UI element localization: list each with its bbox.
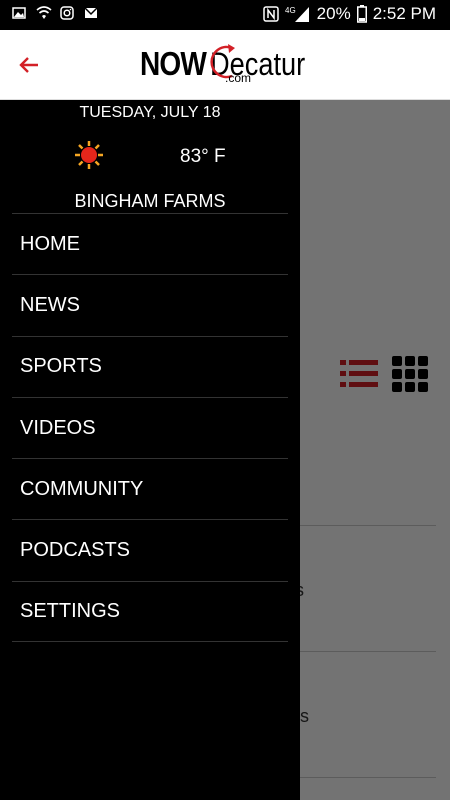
back-button[interactable] <box>14 50 44 80</box>
menu-item-home[interactable]: HOME <box>12 213 288 274</box>
menu-item-label: VIDEOS <box>20 416 96 439</box>
wifi-shield-icon <box>36 6 52 20</box>
temperature: 83° F <box>180 146 226 167</box>
navigation-drawer: TUESDAY, JULY 18 83° F BINGHAM FARMS HOM… <box>0 100 300 800</box>
status-bar: 4G 20% 2:52 PM <box>0 0 450 30</box>
back-arrow-icon <box>19 57 38 73</box>
menu-item-podcasts[interactable]: PODCASTS <box>12 519 288 580</box>
menu-item-label: NEWS <box>20 293 80 316</box>
clock: 2:52 PM <box>372 4 436 23</box>
nfc-icon <box>262 6 279 22</box>
menu-item-sports[interactable]: SPORTS <box>12 335 288 397</box>
location: BINGHAM FARMS <box>74 191 226 211</box>
menu-item-news[interactable]: NEWS <box>12 274 288 335</box>
logo-now: NOW <box>140 45 207 82</box>
menu-item-label: COMMUNITY <box>20 477 144 500</box>
menu-item-label: PODCASTS <box>20 539 131 562</box>
sun-icon <box>74 140 104 175</box>
app-logo: NOW Decatur .com <box>140 42 322 90</box>
gmail-icon <box>84 6 98 20</box>
menu-item-community[interactable]: COMMUNITY <box>12 458 288 519</box>
instagram-icon <box>60 6 74 20</box>
menu-item-label: SPORTS <box>20 355 102 378</box>
menu-item-videos[interactable]: VIDEOS <box>12 396 288 458</box>
system-status: 4G 20% 2:52 PM <box>262 4 436 24</box>
image-icon <box>12 6 26 20</box>
logo-com: .com <box>225 71 252 85</box>
menu-item-settings[interactable]: SETTINGS <box>12 580 288 643</box>
current-date: TUESDAY, JULY 18 <box>79 104 221 121</box>
app-bar: NOW Decatur .com <box>0 30 450 100</box>
drawer-menu: HOME NEWS SPORTS VIDEOS COMMUNITY PODCAS… <box>12 213 288 643</box>
signal-icon: 4G <box>285 5 311 23</box>
menu-item-label: SETTINGS <box>20 599 121 622</box>
battery-percentage: 20% <box>316 4 351 23</box>
battery-icon <box>356 5 367 23</box>
svg-text:4G: 4G <box>285 6 296 15</box>
notification-icons <box>12 6 98 20</box>
menu-item-label: HOME <box>20 232 80 255</box>
